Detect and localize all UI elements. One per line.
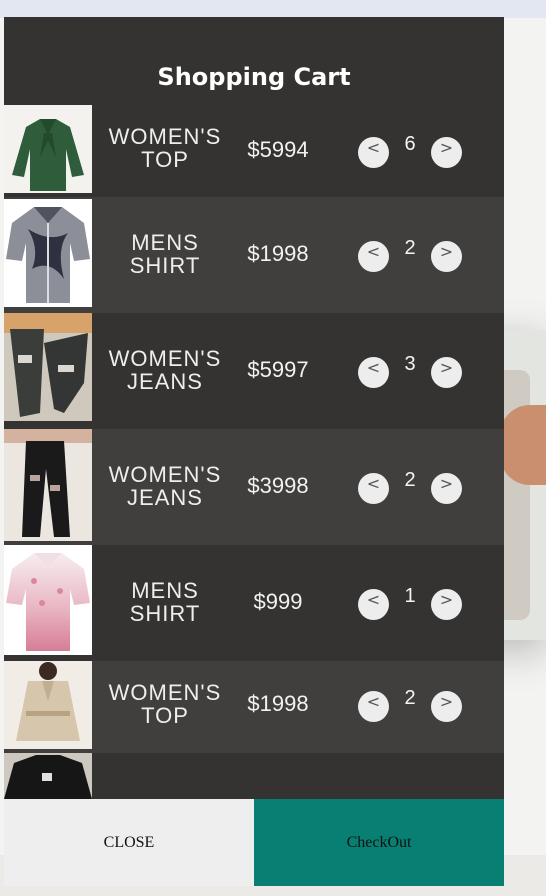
item-name: MENS SHIRT [129, 230, 201, 278]
item-price: $1998 [247, 241, 309, 266]
item-price: $1998 [247, 691, 309, 716]
product-thumbnail [4, 105, 92, 193]
increment-button[interactable]: > [431, 473, 462, 504]
decrement-button[interactable]: < [358, 473, 389, 504]
background-model-arm [500, 405, 546, 485]
cart-item-row: WOMEN'S JEANS $5997 < 3 > [4, 313, 504, 429]
item-price: $5994 [247, 137, 309, 162]
checkout-button[interactable]: CheckOut [254, 799, 504, 886]
cart-item-row: MENS SHIRT $999 < 1 > [4, 545, 504, 661]
item-name: MENS SHIRT [129, 578, 201, 626]
cart-item-row: WOMEN'S JEANS $3998 < 2 > [4, 429, 504, 545]
item-name: WOMEN'S TOP [108, 680, 222, 728]
item-name: WOMEN'S JEANS [108, 346, 222, 394]
cart-item-row: WOMEN'S TOP $1998 < 2 > [4, 661, 504, 753]
item-quantity: 3 [404, 353, 416, 375]
background-header [0, 0, 546, 18]
product-thumbnail [4, 429, 92, 541]
increment-button[interactable]: > [431, 357, 462, 388]
close-button[interactable]: CLOSE [4, 799, 254, 886]
item-price: $5997 [247, 357, 309, 382]
product-thumbnail [4, 313, 92, 421]
product-thumbnail [4, 545, 92, 655]
decrement-button[interactable]: < [358, 357, 389, 388]
item-quantity: 2 [404, 687, 416, 709]
cart-title: Shopping Cart [157, 63, 351, 91]
cart-panel: Shopping Cart WOMEN'S TOP $5994 < 6 > ME… [4, 17, 504, 886]
increment-button[interactable]: > [431, 137, 462, 168]
cart-footer: CLOSE CheckOut [4, 799, 504, 886]
item-price: $999 [253, 589, 303, 614]
product-thumbnail [4, 753, 92, 799]
increment-button[interactable]: > [431, 589, 462, 620]
item-price: $3998 [247, 473, 309, 498]
decrement-button[interactable]: < [358, 137, 389, 168]
increment-button[interactable]: > [431, 691, 462, 722]
increment-button[interactable]: > [431, 241, 462, 272]
item-quantity: 6 [404, 133, 416, 155]
decrement-button[interactable]: < [358, 241, 389, 272]
item-quantity: 1 [404, 585, 416, 607]
decrement-button[interactable]: < [358, 691, 389, 722]
item-name: WOMEN'S TOP [108, 124, 222, 172]
decrement-button[interactable]: < [358, 589, 389, 620]
cart-item-row: WOMEN'S TOP $5994 < 6 > [4, 105, 504, 193]
product-thumbnail [4, 199, 92, 307]
item-name: WOMEN'S JEANS [108, 462, 222, 510]
product-thumbnail [4, 661, 92, 749]
item-quantity: 2 [404, 237, 416, 259]
cart-item-row [4, 753, 504, 799]
item-quantity: 2 [404, 469, 416, 491]
cart-item-row: MENS SHIRT $1998 < 2 > [4, 197, 504, 313]
